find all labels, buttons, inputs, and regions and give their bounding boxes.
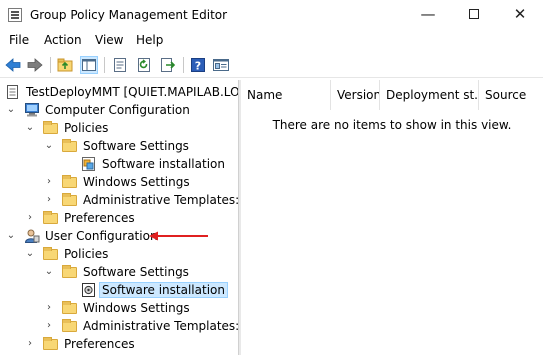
folder-icon (43, 337, 58, 350)
maximize-button[interactable] (451, 0, 497, 30)
chevron-right-icon[interactable]: › (24, 211, 36, 225)
console-tree[interactable]: TestDeployMMT [QUIET.MAPILAB.LOCAL] ⌄ Co… (0, 80, 238, 355)
properties-icon[interactable] (111, 56, 129, 74)
folder-icon (43, 211, 58, 224)
computer-icon (24, 103, 40, 117)
tree-item-cc-preferences[interactable]: › Preferences (0, 210, 238, 228)
folder-icon (62, 319, 77, 332)
user-icon (24, 229, 40, 243)
column-header-source[interactable]: Source (479, 80, 543, 110)
export-icon[interactable] (159, 56, 177, 74)
menu-bar: File Action View Help (0, 30, 543, 52)
back-icon[interactable] (4, 56, 22, 74)
empty-list-message: There are no items to show in this view. (272, 118, 512, 132)
chevron-down-icon[interactable]: ⌄ (43, 265, 55, 279)
tree-item-label: Software Settings (83, 265, 189, 279)
tree-item-label: Policies (64, 121, 109, 135)
tree-item-root[interactable]: TestDeployMMT [QUIET.MAPILAB.LOCAL] (0, 84, 238, 102)
tree-item-uc-preferences[interactable]: › Preferences (0, 336, 238, 354)
tree-item-label: Software Settings (83, 139, 189, 153)
title-bar: Group Policy Management Editor — ✕ (0, 0, 543, 30)
tree-item-uc-windows-settings[interactable]: › Windows Settings (0, 300, 238, 318)
software-installation-icon (81, 157, 97, 171)
tree-item-uc-software-installation[interactable]: Software installation (0, 282, 238, 300)
menu-action[interactable]: Action (44, 33, 82, 47)
folder-icon (43, 121, 58, 134)
chevron-right-icon[interactable]: › (24, 337, 36, 351)
column-header-deployment-state[interactable]: Deployment st... (380, 80, 479, 110)
toolbar-separator (50, 57, 51, 73)
tree-item-label: User Configuration (45, 229, 158, 243)
folder-icon (62, 301, 77, 314)
folder-icon (62, 139, 77, 152)
column-header-version[interactable]: Version (331, 80, 380, 110)
refresh-icon[interactable] (135, 56, 153, 74)
menu-view[interactable]: View (95, 33, 123, 47)
chevron-right-icon[interactable]: › (43, 319, 55, 333)
tree-item-uc-administrative-templates[interactable]: › Administrative Templates: Policy (0, 318, 238, 336)
column-header-name[interactable]: Name (241, 80, 331, 110)
gpme-app-icon (8, 8, 22, 22)
up-folder-icon[interactable] (56, 56, 74, 74)
tree-item-cc-software-installation[interactable]: Software installation (0, 156, 238, 174)
toolbar-separator (104, 57, 105, 73)
chevron-down-icon[interactable]: ⌄ (5, 229, 17, 243)
tree-item-label: Software installation (102, 157, 225, 171)
tree-item-label: TestDeployMMT [QUIET.MAPILAB.LOCAL] (26, 85, 238, 99)
tree-item-label: Windows Settings (83, 175, 190, 189)
toolbar-separator (183, 57, 184, 73)
result-list[interactable]: Name Version Deployment st... Source The… (241, 80, 543, 355)
chevron-right-icon[interactable]: › (43, 193, 55, 207)
chevron-down-icon[interactable]: ⌄ (43, 139, 55, 153)
help-icon[interactable]: ? (189, 56, 207, 74)
window-title: Group Policy Management Editor (30, 8, 228, 22)
tree-item-uc-software-settings[interactable]: ⌄ Software Settings (0, 264, 238, 282)
folder-icon (62, 265, 77, 278)
maximize-icon (469, 8, 479, 19)
console-icon[interactable] (212, 56, 230, 74)
tree-item-cc-software-settings[interactable]: ⌄ Software Settings (0, 138, 238, 156)
forward-icon[interactable] (26, 56, 44, 74)
tree-item-cc-administrative-templates[interactable]: › Administrative Templates: Policy (0, 192, 238, 210)
tree-item-cc-policies[interactable]: ⌄ Policies (0, 120, 238, 138)
folder-icon (43, 247, 58, 260)
chevron-down-icon[interactable]: ⌄ (5, 103, 17, 117)
toolbar: ? (0, 52, 543, 78)
minimize-button[interactable]: — (405, 0, 451, 30)
tree-item-label: Computer Configuration (45, 103, 190, 117)
folder-icon (62, 175, 77, 188)
gpo-document-icon (5, 85, 21, 99)
annotation-arrow-icon (149, 231, 208, 241)
menu-file[interactable]: File (9, 33, 29, 47)
svg-text:?: ? (195, 60, 201, 73)
show-tree-icon[interactable] (80, 56, 98, 74)
tree-item-label: Administrative Templates: Policy (83, 319, 238, 333)
tree-item-uc-policies[interactable]: ⌄ Policies (0, 246, 238, 264)
tree-item-label: Preferences (64, 211, 135, 225)
chevron-right-icon[interactable]: › (43, 175, 55, 189)
tree-item-label: Policies (64, 247, 109, 261)
folder-icon (62, 193, 77, 206)
tree-item-label: Windows Settings (83, 301, 190, 315)
tree-item-label: Software installation (99, 282, 228, 298)
software-installation-icon (81, 283, 97, 297)
chevron-down-icon[interactable]: ⌄ (24, 247, 36, 261)
chevron-down-icon[interactable]: ⌄ (24, 121, 36, 135)
chevron-right-icon[interactable]: › (43, 301, 55, 315)
tree-item-computer-configuration[interactable]: ⌄ Computer Configuration (0, 102, 238, 120)
tree-item-cc-windows-settings[interactable]: › Windows Settings (0, 174, 238, 192)
tree-item-label: Preferences (64, 337, 135, 351)
tree-item-label: Administrative Templates: Policy (83, 193, 238, 207)
menu-help[interactable]: Help (136, 33, 163, 47)
close-button[interactable]: ✕ (497, 0, 543, 30)
